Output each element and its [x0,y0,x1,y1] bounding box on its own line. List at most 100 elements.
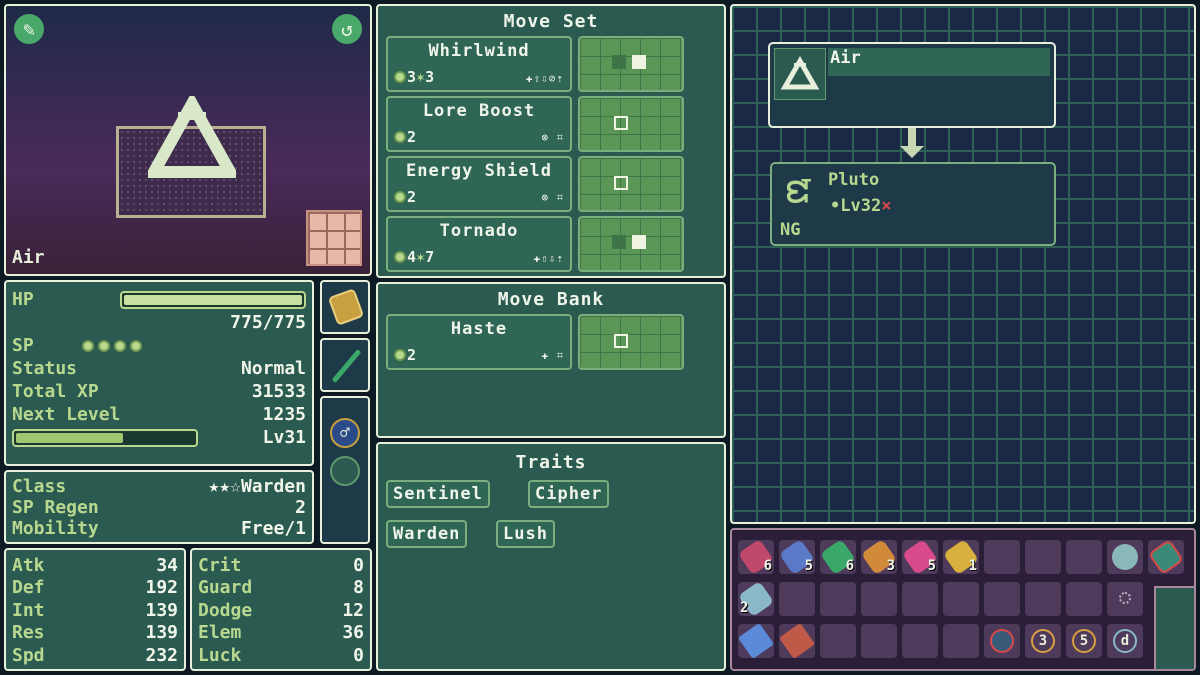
spd-value: 232 [145,644,178,666]
empty-slot[interactable] [984,582,1020,616]
sparkle-icon [1119,592,1131,604]
move-power-value: 7 [425,248,435,266]
empty-slot[interactable] [902,624,938,658]
equipment-slot-armor[interactable] [320,280,370,334]
empty-slot[interactable] [820,582,856,616]
next-level-value: 1235 [262,404,306,425]
status-value: Normal [240,358,306,379]
res-label: Res [12,622,45,644]
move-tags-icon: ⊗ ⌗ [541,191,564,204]
move-tags-icon: ⊗ ⌗ [541,131,564,144]
next-level-label: Next Level [12,404,121,425]
empty-slot[interactable] [1066,540,1102,574]
stats-panel: HP 775/775 SP Status Normal Total XP 315… [4,280,314,466]
source-icon-box [774,48,826,100]
item-count: 6 [763,558,772,574]
crit-value: 0 [353,554,364,576]
move-card-whirlwind[interactable]: Whirlwind 3✶3 ✚⇧⇩⊘⇡ [386,36,572,92]
trait-cipher[interactable]: Cipher [528,480,610,508]
move-name: Lore Boost [422,101,536,121]
atk-value: 34 [156,554,178,576]
male-symbol-icon: ♂ [330,418,360,448]
can-icon [1112,544,1138,570]
item-count: 2 [740,600,749,616]
inventory-item[interactable] [1107,540,1143,574]
sp-coin-icon [394,131,406,143]
inventory-item[interactable]: 5 [901,538,939,576]
empty-slot[interactable] [1025,582,1061,616]
mobility-value: Free/1 [240,518,306,539]
luck-value: 0 [353,644,364,666]
dodge-value: 12 [342,599,364,621]
wrench-icon[interactable]: ✎ [14,14,44,44]
spd-label: Spd [12,644,45,666]
sp-pips [81,339,143,352]
sp-coin-icon [394,349,406,361]
empty-slot[interactable] [943,582,979,616]
empty-slot-icon[interactable] [330,456,360,486]
empty-slot[interactable] [820,624,856,658]
move-card-energy-shield[interactable]: Energy Shield 2 ⊗ ⌗ [386,156,572,212]
equipment-slot-weapon[interactable] [320,338,370,392]
evolution-source-card[interactable]: Air [768,42,1056,128]
inventory-item[interactable] [984,624,1020,658]
target-level-value: •Lv32 [830,196,882,216]
inventory-item[interactable] [1107,582,1143,616]
empty-slot[interactable] [902,582,938,616]
trait-sentinel[interactable]: Sentinel [386,480,490,508]
inventory-item[interactable]: d [1107,624,1143,658]
int-value: 139 [145,599,178,621]
move-power-value: 3 [425,68,435,86]
inventory-item[interactable]: 5 [1066,624,1102,658]
xp-bar [12,428,198,447]
empty-slot[interactable] [1066,582,1102,616]
move-tags-icon: ✚ ⌗ [541,349,564,362]
move-card-tornado[interactable]: Tornado 4✶7 ✚⇧⇩⇡ [386,216,572,272]
hp-bar [120,290,306,309]
empty-slot[interactable] [1025,540,1061,574]
inventory-item[interactable]: 2 [737,580,775,618]
inventory-item[interactable] [778,622,816,660]
traits-title: Traits [515,452,587,473]
sp-regen-label: SP Regen [12,497,99,518]
move-card-lore-boost[interactable]: Lore Boost 2 ⊗ ⌗ [386,96,572,152]
range-target-cell [632,55,646,69]
move-cost: 2 [394,346,416,364]
move-set-title: Move Set [503,11,599,32]
hp-label: HP [12,289,34,310]
evolution-target-card[interactable]: ᘿ NG Pluto •Lv32× [770,162,1056,246]
item-count: 1 [968,558,977,574]
empty-slot[interactable] [984,540,1020,574]
traits-panel: Traits Sentinel Cipher Warden Lush [376,442,726,671]
mobility-label: Mobility [12,518,99,539]
sp-coin-icon [394,191,406,203]
move-cost-value: 2 [407,188,417,206]
inventory-item[interactable]: 5 [778,538,816,576]
hp-bar-fill [124,294,302,305]
move-tags-icon: ✚⇧⇩⇡ [533,252,564,265]
move-cost: 2 [394,128,416,146]
trait-warden[interactable]: Warden [386,520,468,548]
air-sigil-icon [780,55,820,90]
formation-grid-icon[interactable] [306,210,362,266]
inventory-item[interactable]: 3 [1025,624,1061,658]
trait-lush[interactable]: Lush [496,520,555,548]
empty-slot[interactable] [861,624,897,658]
target-icon-icon: ᘿ [786,176,812,209]
move-card-haste[interactable]: Haste 2 ✚ ⌗ [386,314,572,370]
inventory-item[interactable]: 1 [942,538,980,576]
inventory-item[interactable] [1147,538,1185,576]
hp-value: 775/775 [230,312,306,333]
inventory-item[interactable]: 6 [737,538,775,576]
range-target-cell [632,235,646,249]
inventory-item[interactable] [737,622,775,660]
inventory-item[interactable]: 6 [819,538,857,576]
range-self-cell [614,176,628,190]
empty-slot[interactable] [779,582,815,616]
inventory-item[interactable]: 3 [860,538,898,576]
move-cost: 3✶3 [394,68,434,86]
empty-slot[interactable] [861,582,897,616]
empty-slot[interactable] [943,624,979,658]
undo-icon[interactable]: ↺ [332,14,362,44]
item-count: 6 [845,558,854,574]
